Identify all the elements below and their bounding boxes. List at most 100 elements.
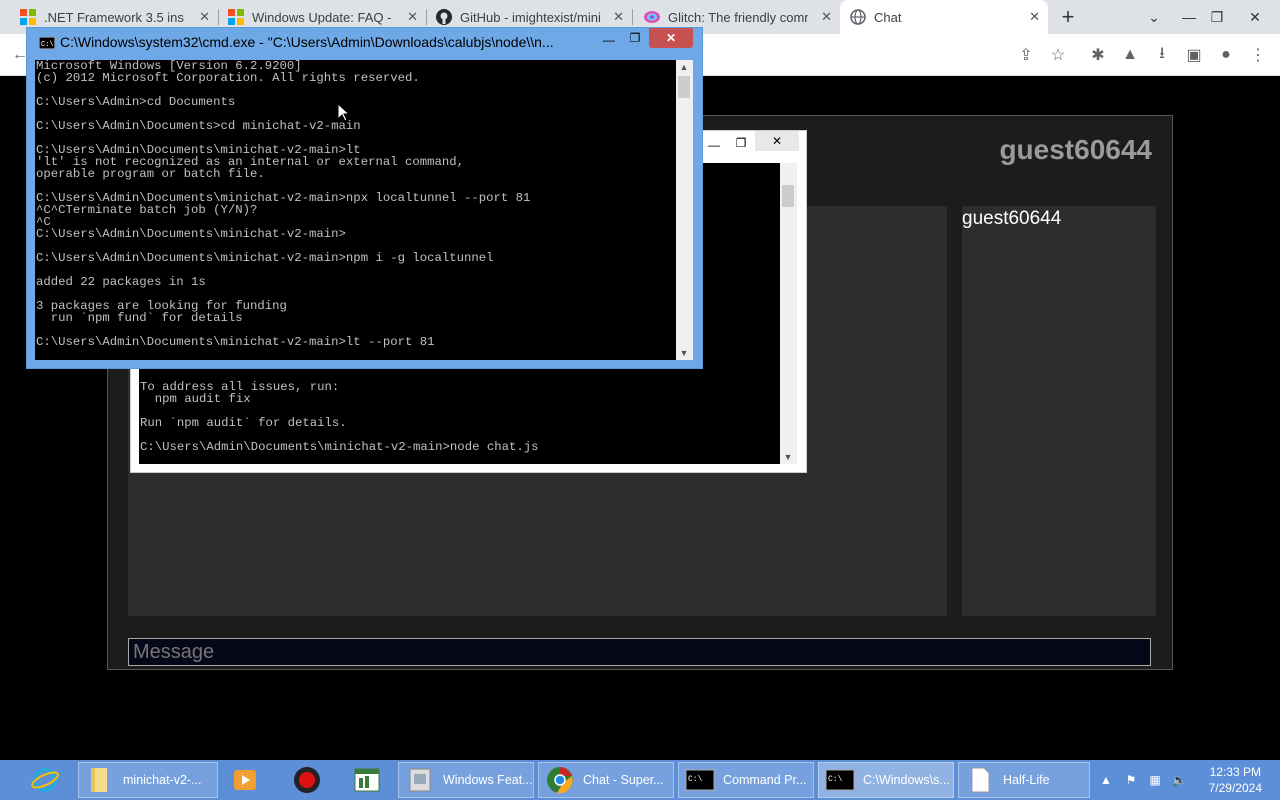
glitch-icon xyxy=(644,11,660,23)
scroll-down-arrow-icon[interactable]: ▼ xyxy=(780,450,796,464)
minimize-button[interactable]: — xyxy=(705,135,723,155)
maximize-button[interactable]: ❐ xyxy=(625,28,645,48)
taskbar-item-label: Command Pr... xyxy=(723,773,807,787)
record-button[interactable] xyxy=(286,762,330,798)
console-line: C:\Users\Admin\Documents\minichat-v2-mai… xyxy=(140,440,539,454)
cmd-icon: C:\ xyxy=(685,769,715,791)
taskbar-item-label: minichat-v2-... xyxy=(123,773,202,787)
console-line: npm audit fix xyxy=(140,392,251,406)
vertical-scrollbar[interactable]: ▲ ▼ xyxy=(676,60,693,360)
close-tab-icon[interactable]: ✕ xyxy=(199,9,210,25)
close-window-button[interactable]: ✕ xyxy=(755,131,799,151)
taskbar-item-cmd-active[interactable]: C:\ C:\Windows\s... xyxy=(818,762,954,798)
close-tab-icon[interactable]: ✕ xyxy=(1029,9,1040,25)
side-panel-icon[interactable]: ▣ xyxy=(1182,43,1206,67)
taskbar-item-half-life[interactable]: Half-Life xyxy=(958,762,1090,798)
current-username: guest60644 xyxy=(999,134,1152,165)
mouse-cursor-icon xyxy=(338,104,350,122)
github-icon xyxy=(436,9,452,25)
close-tab-icon[interactable]: ✕ xyxy=(821,9,832,25)
message-input[interactable] xyxy=(128,638,1151,666)
system-clock[interactable]: 12:33 PM 7/29/2024 xyxy=(1209,764,1262,796)
console-line: C:\Users\Admin\Documents>cd minichat-v2-… xyxy=(36,119,361,133)
tab-title: GitHub - imightexist/mini xyxy=(460,9,600,25)
cmd-icon: C:\ xyxy=(39,37,55,49)
console-line: Run `npm audit` for details. xyxy=(140,416,347,430)
taskbar: minichat-v2-... Windows Feat... Chat - S… xyxy=(0,760,1280,800)
scrollbar-thumb[interactable] xyxy=(782,185,794,207)
console-line: C:\Users\Admin\Documents\minichat-v2-mai… xyxy=(36,251,494,265)
user-list: guest60644 xyxy=(962,206,1156,616)
maximize-button[interactable]: ❐ xyxy=(1200,0,1234,34)
cmd-icon: C:\ xyxy=(825,769,855,791)
maximize-button[interactable]: ❐ xyxy=(731,133,751,153)
menu-kebab-icon[interactable]: ⋮ xyxy=(1246,43,1270,67)
taskbar-item-windows-features[interactable]: Windows Feat... xyxy=(398,762,534,798)
task-manager-icon xyxy=(354,768,380,792)
taskbar-item-command-prompt[interactable]: C:\ Command Pr... xyxy=(678,762,814,798)
vertical-scrollbar[interactable]: ▼ xyxy=(780,163,797,464)
clock-date: 7/29/2024 xyxy=(1208,781,1262,795)
console-line: added 22 packages in 1s xyxy=(36,275,206,289)
console-line: C:\Users\Admin>cd Documents xyxy=(36,95,236,109)
media-player-icon xyxy=(234,770,256,790)
document-icon xyxy=(971,767,990,793)
media-player-button[interactable] xyxy=(224,762,268,798)
cmd-window-foreground[interactable]: C:\ C:\Windows\system32\cmd.exe - "C:\Us… xyxy=(26,27,703,369)
cmd-console-output: Microsoft Windows [Version 6.2.9200] (c) … xyxy=(35,60,676,360)
console-line: (c) 2012 Microsoft Corporation. All righ… xyxy=(36,71,420,85)
tab-title: Glitch: The friendly comm xyxy=(668,9,808,25)
console-line: C:\Users\Admin\Documents\minichat-v2-mai… xyxy=(36,335,435,349)
chrome-icon xyxy=(547,767,573,794)
svg-text:C:\: C:\ xyxy=(688,775,703,784)
extensions-icon[interactable]: ✱ xyxy=(1086,43,1110,67)
close-window-button[interactable]: ✕ xyxy=(1238,0,1272,34)
tab-title: .NET Framework 3.5 install xyxy=(44,9,184,25)
window-title: C:\Windows\system32\cmd.exe - "C:\Users\… xyxy=(60,34,554,50)
user-list-item: guest60644 xyxy=(962,208,1062,229)
tab-title: Chat xyxy=(874,9,902,25)
volume-muted-icon[interactable]: 🔈 xyxy=(1168,760,1190,800)
folder-icon xyxy=(91,768,107,792)
new-tab-button[interactable]: + xyxy=(1051,0,1085,34)
chevron-down-icon[interactable]: ⌄ xyxy=(1137,0,1171,34)
tab-chat[interactable]: Chat ✕ xyxy=(840,0,1048,34)
scroll-down-arrow-icon[interactable]: ▼ xyxy=(676,346,692,360)
flask-icon[interactable]: ▲ xyxy=(1118,43,1142,67)
taskbar-item-label: C:\Windows\s... xyxy=(863,773,950,787)
taskbar-item-label: Half-Life xyxy=(1003,773,1050,787)
internet-explorer-button[interactable] xyxy=(24,762,68,798)
star-icon[interactable]: ☆ xyxy=(1046,43,1070,67)
console-line: C:\Users\Admin\Documents\minichat-v2-mai… xyxy=(36,227,346,241)
profile-avatar-icon[interactable]: ● xyxy=(1214,43,1238,67)
minimize-button[interactable]: — xyxy=(600,30,618,50)
taskbar-item-explorer[interactable]: minichat-v2-... xyxy=(78,762,218,798)
console-line: run `npm fund` for details xyxy=(36,311,243,325)
close-tab-icon[interactable]: ✕ xyxy=(613,9,624,25)
scroll-up-arrow-icon[interactable]: ▲ xyxy=(676,60,692,74)
console-line: ^C^CTerminate batch job (Y/N)? xyxy=(36,203,258,217)
share-icon[interactable]: ⇪ xyxy=(1014,43,1038,67)
windows-features-icon xyxy=(409,768,431,792)
taskbar-item-chat[interactable]: Chat - Super... xyxy=(538,762,674,798)
svg-text:C:\: C:\ xyxy=(828,775,843,784)
clock-time: 12:33 PM xyxy=(1209,765,1261,779)
windows-logo-icon xyxy=(228,9,244,25)
task-manager-button[interactable] xyxy=(346,762,390,798)
network-icon[interactable]: ▦ xyxy=(1144,760,1166,800)
show-hidden-icons-chevron-icon[interactable]: ▲ xyxy=(1098,760,1114,800)
svg-text:C:\: C:\ xyxy=(41,41,54,49)
taskbar-item-label: Windows Feat... xyxy=(443,773,533,787)
taskbar-item-label: Chat - Super... xyxy=(583,773,664,787)
internet-explorer-icon xyxy=(31,768,59,792)
download-icon[interactable]: ⭳ xyxy=(1150,43,1174,67)
windows-logo-icon xyxy=(20,9,36,25)
action-center-flag-icon[interactable]: ⚑ xyxy=(1120,760,1142,800)
scrollbar-thumb[interactable] xyxy=(678,76,690,98)
console-line: operable program or batch file. xyxy=(36,167,265,181)
record-icon xyxy=(294,767,320,793)
close-window-button[interactable]: ✕ xyxy=(649,28,693,48)
globe-icon xyxy=(850,9,866,25)
close-tab-icon[interactable]: ✕ xyxy=(407,9,418,25)
tab-title: Windows Update: FAQ - M xyxy=(252,9,392,25)
